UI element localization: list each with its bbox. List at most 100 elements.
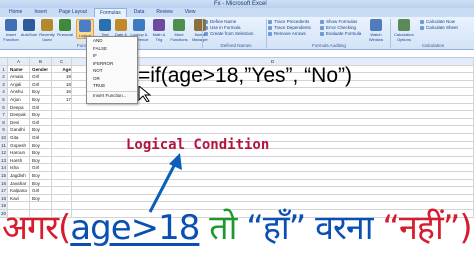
formula-bar[interactable] <box>0 50 474 58</box>
cell-c18[interactable] <box>52 194 72 203</box>
tab-insert[interactable]: Insert <box>29 8 52 17</box>
cell-a3[interactable]: Anjali <box>8 80 30 89</box>
cell-c4[interactable]: 16 <box>52 88 72 96</box>
tab-page-layout[interactable]: Page Layout <box>54 8 92 17</box>
cell-c7[interactable] <box>52 111 72 119</box>
cell-c14[interactable] <box>52 164 72 172</box>
row-header[interactable]: 6 <box>0 103 8 112</box>
cell-c11[interactable] <box>52 141 72 150</box>
cell-c16[interactable] <box>52 179 72 188</box>
cell-c15[interactable] <box>52 172 72 180</box>
cell-b6[interactable]: Girl <box>30 103 52 112</box>
cell-b5[interactable]: Boy <box>30 96 52 104</box>
ribbon-button-financial[interactable]: Financial <box>56 19 74 37</box>
menu-item-iferror[interactable]: IFERROR <box>87 60 137 68</box>
cell-a6[interactable]: Deepa <box>8 103 30 112</box>
cell-d6[interactable] <box>72 103 474 112</box>
cell-b1[interactable]: Gender <box>30 65 52 74</box>
column-header-c[interactable]: C <box>52 58 72 66</box>
cell-a9[interactable]: Gandhi <box>8 126 30 134</box>
row-header[interactable]: 1 <box>0 65 8 74</box>
cell-a16[interactable]: Javahar <box>8 179 30 188</box>
row-header[interactable]: 14 <box>0 164 8 172</box>
cell-d16[interactable] <box>72 179 474 188</box>
ribbon-button-autosum[interactable]: AutoSum <box>20 19 38 37</box>
cell-a2[interactable]: Amala <box>8 73 30 81</box>
cell-d18[interactable] <box>72 194 474 203</box>
tab-review[interactable]: Review <box>151 8 177 17</box>
row-header[interactable]: 7 <box>0 111 8 119</box>
cell-a7[interactable]: Deepak <box>8 111 30 119</box>
cell-d17[interactable] <box>72 187 474 195</box>
ribbon-button-calculation-options[interactable]: Calculation Options <box>392 19 416 42</box>
cell-b13[interactable]: Boy <box>30 156 52 165</box>
cell-a5[interactable]: Arjun <box>8 96 30 104</box>
row-header[interactable]: 9 <box>0 126 8 134</box>
row-header[interactable]: 15 <box>0 172 8 180</box>
cell-b12[interactable]: Boy <box>30 149 52 157</box>
menu-item-true[interactable]: TRUE <box>87 82 137 90</box>
cell-b8[interactable]: Girl <box>30 118 52 127</box>
ribbon-button-name-manager[interactable]: Name Manager <box>188 19 212 42</box>
cell-c13[interactable] <box>52 156 72 165</box>
row-header[interactable]: 10 <box>0 134 8 142</box>
cell-a12[interactable]: Haroun <box>8 149 30 157</box>
row-header[interactable]: 12 <box>0 149 8 157</box>
menu-item-insert-function[interactable]: Insert Function... <box>87 90 137 100</box>
cell-b10[interactable]: Girl <box>30 134 52 142</box>
cell-a8[interactable]: Devi <box>8 118 30 127</box>
ribbon-button-math-trig[interactable]: Math & Trig <box>150 19 168 42</box>
cell-a17[interactable]: Kalpana <box>8 187 30 195</box>
row-header[interactable]: 3 <box>0 80 8 89</box>
cell-a4[interactable]: Anshu <box>8 88 30 96</box>
cell-b3[interactable]: Girl <box>30 80 52 89</box>
cell-d7[interactable] <box>72 111 474 119</box>
select-all-corner[interactable] <box>0 58 8 66</box>
cell-b4[interactable]: Boy <box>30 88 52 96</box>
cell-b7[interactable]: Boy <box>30 111 52 119</box>
cell-c12[interactable] <box>52 149 72 157</box>
cell-a11[interactable]: Gopesh <box>8 141 30 150</box>
menu-item-not[interactable]: NOT <box>87 67 137 75</box>
cell-a13[interactable]: Harsh <box>8 156 30 165</box>
ribbon-small-button[interactable]: Calculate Sheet <box>420 25 458 31</box>
tab-formulas[interactable]: Formulas <box>93 8 127 17</box>
cell-d15[interactable] <box>72 172 474 180</box>
row-header[interactable]: 17 <box>0 187 8 195</box>
cell-c2[interactable]: 19 <box>52 73 72 81</box>
menu-item-if[interactable]: IF <box>87 52 137 60</box>
row-header[interactable]: 2 <box>0 73 8 81</box>
cell-a1[interactable]: Name <box>8 65 30 74</box>
cell-d8[interactable] <box>72 118 474 127</box>
ribbon-small-button[interactable]: Remove Arrows <box>268 31 311 37</box>
cell-c10[interactable] <box>52 134 72 142</box>
cell-c3[interactable]: 18 <box>52 80 72 89</box>
cell-d13[interactable] <box>72 156 474 165</box>
cell-c8[interactable] <box>52 118 72 127</box>
cell-c9[interactable] <box>52 126 72 134</box>
cell-b2[interactable]: Girl <box>30 73 52 81</box>
cell-a15[interactable]: Jagdish <box>8 172 30 180</box>
ribbon-button-insert-function[interactable]: Insert Function <box>2 19 20 42</box>
ribbon-small-button[interactable]: Evaluate Formula <box>320 31 361 37</box>
cell-c5[interactable]: 17 <box>52 96 72 104</box>
row-header[interactable]: 18 <box>0 194 8 203</box>
cell-c1[interactable]: Age <box>52 65 72 74</box>
row-header[interactable]: 5 <box>0 96 8 104</box>
cell-c17[interactable] <box>52 187 72 195</box>
cell-a14[interactable]: Isha <box>8 164 30 172</box>
column-header-b[interactable]: B <box>30 58 52 66</box>
cell-a10[interactable]: Gita <box>8 134 30 142</box>
cell-b14[interactable]: Girl <box>30 164 52 172</box>
ribbon-button-recently-used[interactable]: Recently Used <box>38 19 56 42</box>
ribbon-button-more-functions[interactable]: More Functions <box>170 19 188 42</box>
column-header-a[interactable]: A <box>8 58 30 66</box>
menu-item-and[interactable]: AND <box>87 37 137 45</box>
cell-b9[interactable]: Boy <box>30 126 52 134</box>
menu-item-false[interactable]: FALSE <box>87 45 137 53</box>
ribbon-button-watch-window[interactable]: Watch Window <box>364 19 388 42</box>
cell-d9[interactable] <box>72 126 474 134</box>
row-header[interactable]: 8 <box>0 118 8 127</box>
cell-b18[interactable]: Boy <box>30 194 52 203</box>
cell-b11[interactable]: Boy <box>30 141 52 150</box>
